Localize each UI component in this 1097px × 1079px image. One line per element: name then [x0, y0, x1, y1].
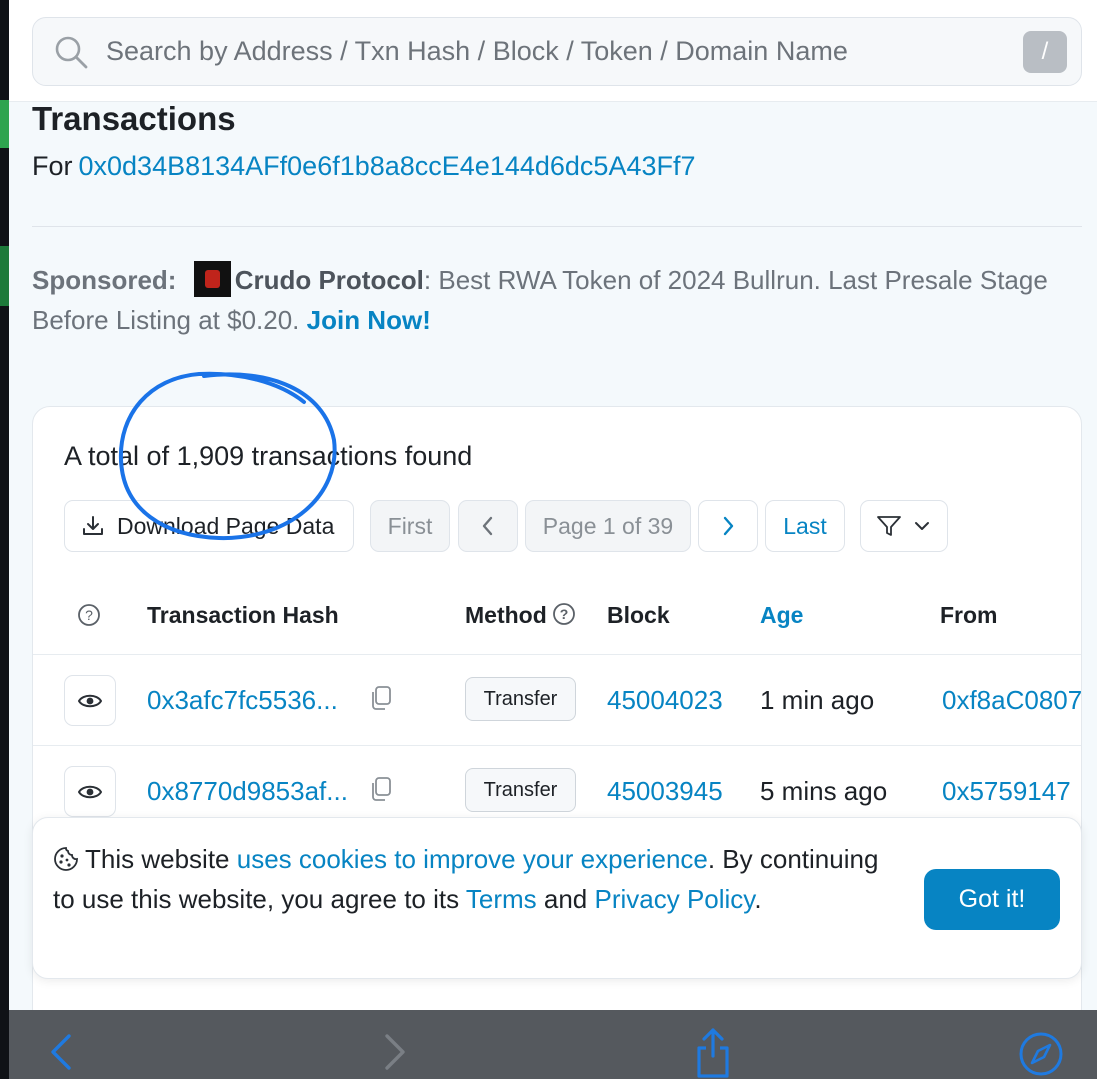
col-block: Block [607, 602, 670, 628]
for-label: For [32, 151, 73, 181]
share-icon[interactable] [693, 1026, 733, 1078]
tx-hash-link[interactable]: 0x8770d9853af... [147, 776, 348, 807]
cookie-text-3: and [536, 883, 595, 914]
download-icon [83, 516, 103, 535]
help-circle-icon[interactable]: ? [77, 603, 101, 627]
eye-icon [78, 785, 102, 798]
left-edge [0, 0, 9, 1079]
method-badge: Transfer [465, 677, 576, 721]
address-line: For 0x0d34B8134AFf0e6f1b8a8ccE4e144d6dc5A… [32, 151, 696, 182]
tx-hash-link[interactable]: 0x3afc7fc5536... [147, 685, 338, 716]
cookie-consent-banner: This website uses cookies to improve you… [32, 817, 1082, 979]
view-details-button[interactable] [64, 766, 116, 817]
join-now-link[interactable]: Join Now! [307, 305, 431, 335]
col-method-label: Method [465, 602, 547, 628]
first-page-button[interactable]: First [370, 500, 450, 552]
svg-text:?: ? [85, 607, 93, 623]
got-it-button[interactable]: Got it! [924, 869, 1060, 930]
crudo-logo-icon [193, 261, 231, 297]
cookie-text-1: This website [85, 844, 237, 874]
filter-dropdown-button[interactable] [860, 500, 948, 552]
table-row: 0x3afc7fc5536... Transfer 45004023 1 min… [33, 655, 1081, 746]
from-address-link[interactable]: 0xf8aC0807 [942, 685, 1081, 716]
chevron-left-icon [482, 516, 493, 536]
privacy-policy-link[interactable]: Privacy Policy [594, 884, 754, 914]
sponsor-brand-link[interactable]: Crudo Protocol [235, 265, 424, 295]
cookie-text-4: . [754, 883, 762, 914]
sponsored-label: Sponsored: [32, 265, 177, 295]
search-bar[interactable]: Search by Address / Txn Hash / Block / T… [32, 17, 1082, 86]
chevron-down-icon [915, 522, 929, 530]
view-details-button[interactable] [64, 675, 116, 726]
page: Search by Address / Txn Hash / Block / T… [9, 0, 1097, 1010]
copy-icon[interactable] [369, 685, 393, 711]
age-text: 1 min ago [760, 685, 875, 715]
compass-icon[interactable] [1017, 1030, 1065, 1078]
next-page-button[interactable] [698, 500, 758, 552]
page-title: Transactions [32, 100, 236, 137]
header-band: Search by Address / Txn Hash / Block / T… [9, 0, 1097, 102]
method-badge: Transfer [465, 768, 576, 812]
filter-icon [877, 516, 901, 536]
browser-toolbar [9, 1010, 1097, 1079]
chevron-right-icon [723, 516, 734, 536]
back-arrow-icon[interactable] [45, 1032, 77, 1072]
col-method: Method? [465, 602, 576, 629]
terms-link[interactable]: Terms [466, 884, 537, 914]
help-circle-icon[interactable]: ? [552, 602, 576, 626]
page-indicator: Page 1 of 39 [525, 500, 691, 552]
copy-icon[interactable] [369, 776, 393, 802]
eye-icon [78, 694, 102, 707]
sponsor-text: : Best RWA Token of 2024 Bullrun. Last P… [32, 265, 1048, 335]
block-link[interactable]: 45004023 [607, 685, 723, 716]
search-shortcut-badge: / [1023, 31, 1067, 73]
address-link[interactable]: 0x0d34B8134AFf0e6f1b8a8ccE4e144d6dc5A43F… [79, 151, 696, 181]
col-transaction-hash: Transaction Hash [147, 602, 339, 628]
col-age[interactable]: Age [760, 602, 803, 629]
divider [32, 226, 1082, 227]
download-label: Download Page Data [117, 512, 335, 539]
block-link[interactable]: 45003945 [607, 776, 723, 807]
download-page-data-button[interactable]: Download Page Data [64, 500, 354, 552]
from-address-link[interactable]: 0x5759147 [942, 776, 1071, 807]
forward-arrow-icon[interactable] [379, 1032, 411, 1072]
prev-page-button[interactable] [458, 500, 518, 552]
sponsored-banner: Sponsored: Crudo Protocol: Best RWA Toke… [32, 260, 1082, 340]
age-text: 5 mins ago [760, 776, 888, 806]
cookie-message: This website uses cookies to improve you… [53, 840, 883, 919]
cookie-policy-link[interactable]: uses cookies to improve your experience [237, 844, 708, 874]
total-transactions-text: A total of 1,909 transactions found [64, 441, 473, 471]
cookie-icon [54, 847, 78, 871]
col-from: From [940, 602, 998, 628]
search-input[interactable]: Search by Address / Txn Hash / Block / T… [106, 36, 848, 67]
table-header: ? Transaction Hash Method? Block Age Fro… [33, 577, 1081, 655]
last-page-button[interactable]: Last [765, 500, 845, 552]
search-icon [55, 36, 88, 69]
svg-text:?: ? [559, 606, 568, 622]
